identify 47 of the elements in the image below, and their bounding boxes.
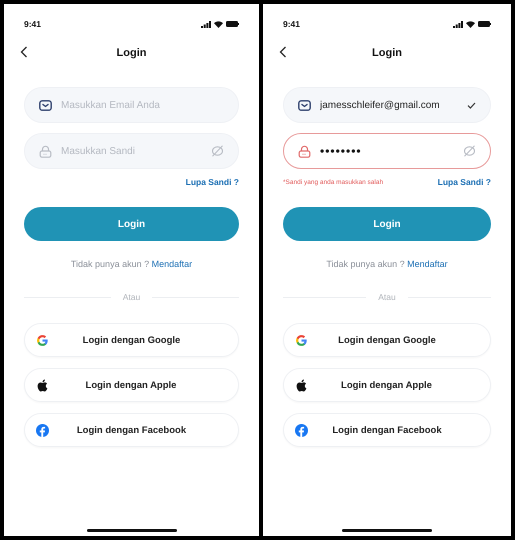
email-input[interactable]: jamesschleifer@gmail.com <box>320 100 458 110</box>
forgot-password-link[interactable]: Lupa Sandi ? <box>186 177 239 187</box>
login-button[interactable]: Login <box>24 207 239 241</box>
wifi-icon <box>466 20 475 28</box>
screen-title: Login <box>372 47 402 59</box>
screen-title: Login <box>116 47 146 59</box>
mail-icon <box>39 100 52 110</box>
status-time: 9:41 <box>24 19 42 29</box>
check-icon <box>467 102 476 108</box>
email-field[interactable]: jamesschleifer@gmail.com <box>283 87 491 123</box>
social-login-button[interactable]: Login dengan Facebook <box>24 413 239 447</box>
password-input[interactable]: •••••••• <box>320 144 454 158</box>
lock-icon <box>39 144 52 158</box>
divider-label: Atau <box>122 292 140 302</box>
apple-icon <box>295 378 307 392</box>
status-time: 9:41 <box>283 19 300 29</box>
signup-prompt: Tidak punya akun ? Mendaftar <box>325 258 449 271</box>
password-field[interactable]: Masukkan Sandi <box>24 133 239 169</box>
signal-icon <box>453 20 463 28</box>
back-icon[interactable] <box>20 46 28 58</box>
email-field[interactable]: Masukkan Email Anda <box>24 87 239 123</box>
social-login-button[interactable]: Login dengan Google <box>283 323 491 357</box>
password-input[interactable]: Masukkan Sandi <box>61 146 202 156</box>
divider-label: Atau <box>378 292 396 302</box>
signup-link[interactable]: Mendaftar <box>152 259 192 269</box>
signal-icon <box>201 20 211 28</box>
apple-icon <box>36 378 48 392</box>
signup-link[interactable]: Mendaftar <box>407 259 448 269</box>
back-icon[interactable] <box>279 46 287 58</box>
battery-icon <box>478 21 491 27</box>
signup-prompt: Tidak punya akun ? Mendaftar <box>70 258 194 271</box>
password-field[interactable]: •••••••• <box>283 133 491 169</box>
email-input[interactable]: Masukkan Email Anda <box>61 100 224 110</box>
wifi-icon <box>214 20 223 28</box>
google-icon <box>36 334 49 346</box>
social-login-button[interactable]: Login dengan Apple <box>24 368 239 402</box>
login-button[interactable]: Login <box>283 207 491 241</box>
battery-icon <box>226 21 239 27</box>
forgot-password-link[interactable]: Lupa Sandi ? <box>438 177 491 187</box>
social-login-button[interactable]: Login dengan Google <box>24 323 239 357</box>
google-icon <box>295 334 308 346</box>
facebook-icon <box>295 424 308 436</box>
social-login-button[interactable]: Login dengan Apple <box>283 368 491 402</box>
social-login-button[interactable]: Login dengan Facebook <box>283 413 491 447</box>
lock-icon <box>298 144 311 158</box>
mail-icon <box>298 100 311 110</box>
facebook-icon <box>36 424 49 436</box>
